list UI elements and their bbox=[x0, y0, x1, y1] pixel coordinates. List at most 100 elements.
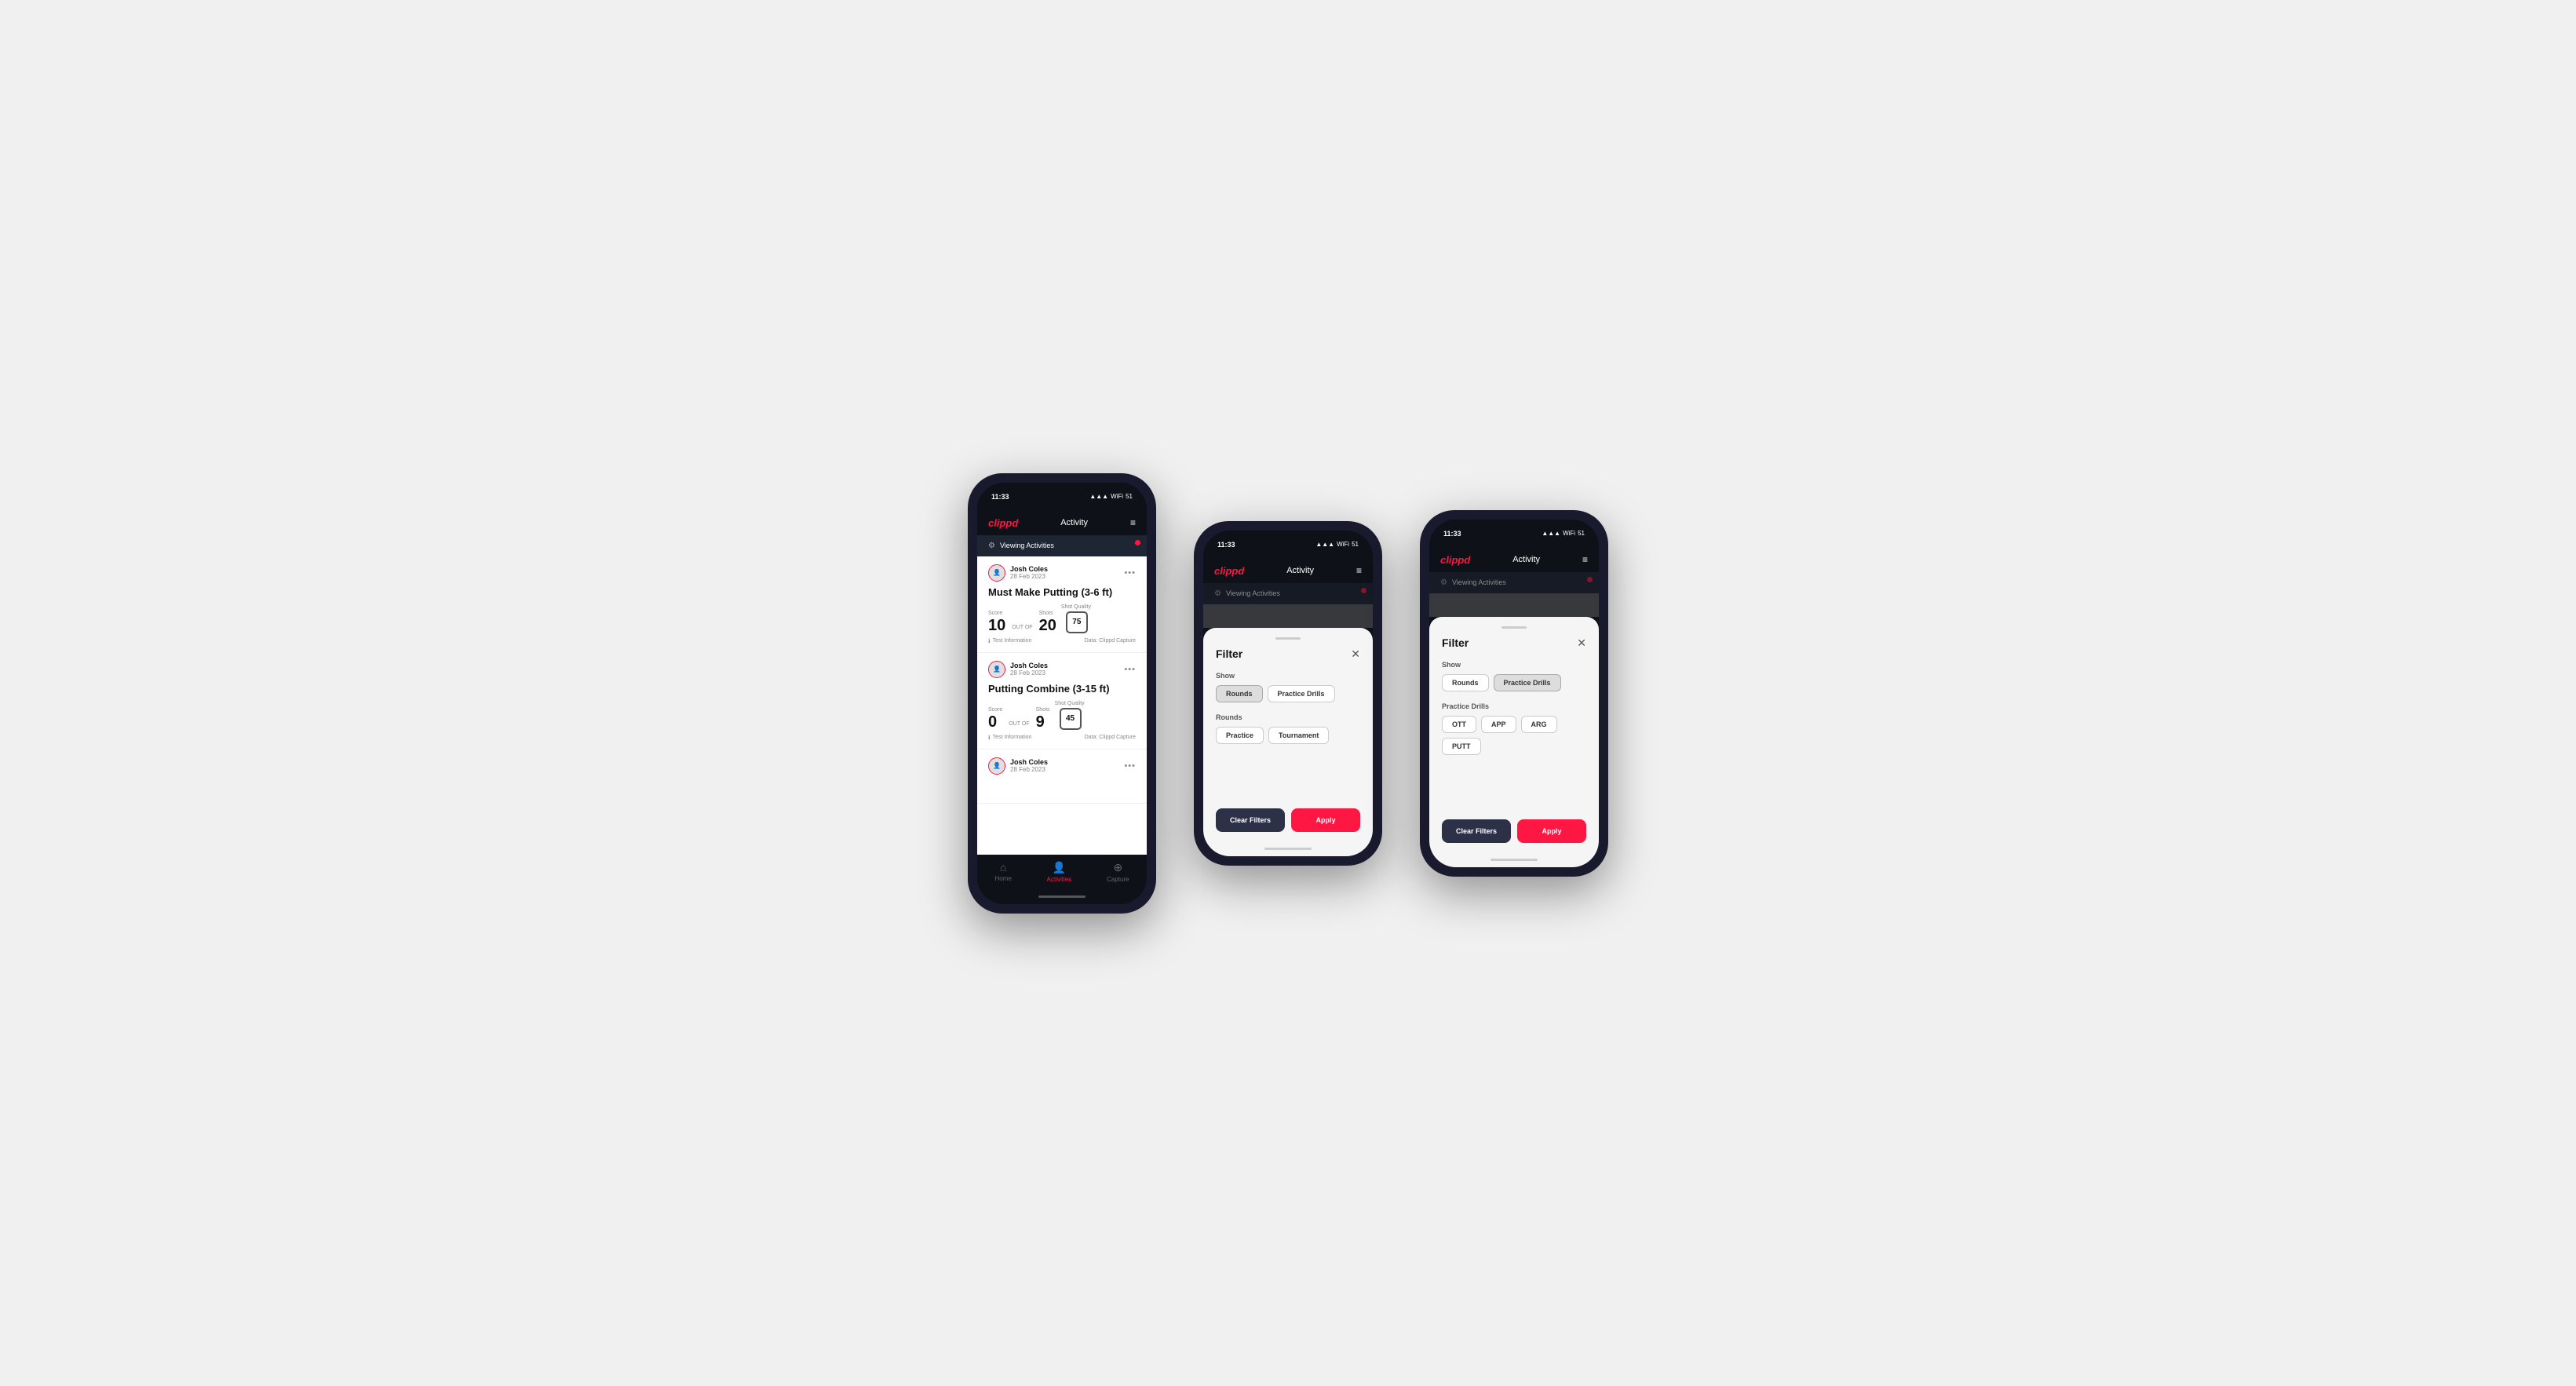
shot-quality-badge-1: 75 bbox=[1066, 611, 1088, 633]
user-info-3: 👤 Josh Coles 28 Feb 2023 bbox=[988, 757, 1048, 775]
close-button-3[interactable]: ✕ bbox=[1577, 636, 1586, 650]
status-time-1: 11:33 bbox=[991, 493, 1009, 501]
home-indicator-3 bbox=[1429, 855, 1599, 867]
score-label-1: Score bbox=[988, 611, 1005, 616]
app-title-1: Activity bbox=[1060, 518, 1088, 527]
app-chip-3[interactable]: APP bbox=[1481, 716, 1516, 733]
footer-right-text-1: Data: Clippd Capture bbox=[1085, 638, 1136, 644]
rounds-section-label-2: Rounds bbox=[1216, 713, 1360, 721]
notification-dot-3 bbox=[1587, 577, 1593, 582]
app-title-2: Activity bbox=[1286, 566, 1314, 575]
filter-sheet-2: Filter ✕ Show Rounds Practice Drills Rou… bbox=[1203, 628, 1373, 844]
more-dots-2[interactable]: ••• bbox=[1124, 665, 1136, 674]
home-indicator-1 bbox=[977, 892, 1147, 904]
filter-header-2: Filter ✕ bbox=[1216, 647, 1360, 661]
apply-button-2[interactable]: Apply bbox=[1291, 808, 1360, 832]
arg-chip-3[interactable]: ARG bbox=[1521, 716, 1557, 733]
practice-chip-2[interactable]: Practice bbox=[1216, 727, 1264, 744]
filter-icon-1: ⚙ bbox=[988, 542, 995, 550]
filter-title-3: Filter bbox=[1442, 636, 1469, 649]
shot-quality-badge-2: 45 bbox=[1060, 708, 1082, 730]
status-time-2: 11:33 bbox=[1217, 541, 1235, 549]
battery-icon-2: 51 bbox=[1352, 541, 1359, 548]
activity-card-1[interactable]: 👤 Josh Coles 28 Feb 2023 ••• Must Make P… bbox=[977, 556, 1147, 653]
menu-icon-1[interactable]: ≡ bbox=[1130, 517, 1136, 528]
signal-icon-3: ▲▲▲ bbox=[1542, 530, 1560, 537]
activities-icon: 👤 bbox=[1053, 861, 1066, 874]
nav-activities[interactable]: 👤 Activities bbox=[1047, 861, 1072, 883]
filter-actions-3: Clear Filters Apply bbox=[1442, 819, 1586, 843]
wifi-icon: WiFi bbox=[1111, 493, 1123, 500]
ott-chip-3[interactable]: OTT bbox=[1442, 716, 1476, 733]
score-value-1: 10 bbox=[988, 618, 1005, 633]
app-bar-2: clippd Activity ≡ bbox=[1203, 559, 1373, 583]
show-chips-3: Rounds Practice Drills bbox=[1442, 674, 1586, 691]
info-icon-2: ℹ bbox=[988, 735, 991, 741]
putt-chip-3[interactable]: PUTT bbox=[1442, 738, 1481, 755]
menu-icon-3[interactable]: ≡ bbox=[1582, 554, 1588, 565]
card-footer-2: ℹ Test Information Data: Clippd Capture bbox=[988, 735, 1136, 741]
viewing-text-1: Viewing Activities bbox=[1000, 542, 1054, 549]
clear-filters-button-2[interactable]: Clear Filters bbox=[1216, 808, 1285, 832]
status-bar-1: 11:33 ▲▲▲ WiFi 51 bbox=[977, 483, 1147, 511]
more-dots-1[interactable]: ••• bbox=[1124, 568, 1136, 578]
tournament-chip-2[interactable]: Tournament bbox=[1268, 727, 1329, 744]
user-name-2: Josh Coles bbox=[1010, 662, 1048, 669]
card-footer-1: ℹ Test Information Data: Clippd Capture bbox=[988, 638, 1136, 644]
show-chips-2: Rounds Practice Drills bbox=[1216, 685, 1360, 702]
apply-button-3[interactable]: Apply bbox=[1517, 819, 1586, 843]
rounds-chip-3[interactable]: Rounds bbox=[1442, 674, 1489, 691]
notch-1 bbox=[1034, 487, 1089, 505]
show-label-2: Show bbox=[1216, 672, 1360, 680]
status-bar-3: 11:33 ▲▲▲ WiFi 51 bbox=[1429, 520, 1599, 548]
nav-home-label: Home bbox=[994, 875, 1011, 882]
clear-filters-button-3[interactable]: Clear Filters bbox=[1442, 819, 1511, 843]
nav-activities-label: Activities bbox=[1047, 876, 1072, 883]
status-icons-2: ▲▲▲ WiFi 51 bbox=[1315, 541, 1359, 548]
status-icons-1: ▲▲▲ WiFi 51 bbox=[1089, 493, 1133, 500]
viewing-bar-3: ⚙ Viewing Activities bbox=[1429, 572, 1599, 593]
app-bar-3: clippd Activity ≡ bbox=[1429, 548, 1599, 572]
close-button-2[interactable]: ✕ bbox=[1351, 647, 1360, 661]
phone-1: 11:33 ▲▲▲ WiFi 51 clippd Activity ≡ ⚙ Vi… bbox=[968, 473, 1156, 914]
practice-drills-chip-2[interactable]: Practice Drills bbox=[1268, 685, 1335, 702]
dimmed-bg-2 bbox=[1203, 604, 1373, 628]
user-name-3: Josh Coles bbox=[1010, 758, 1048, 766]
filter-sheet-3: Filter ✕ Show Rounds Practice Drills Pra… bbox=[1429, 617, 1599, 855]
avatar-3: 👤 bbox=[988, 757, 1005, 775]
user-date-2: 28 Feb 2023 bbox=[1010, 669, 1048, 677]
rounds-chips-2: Practice Tournament bbox=[1216, 727, 1360, 744]
signal-icon: ▲▲▲ bbox=[1089, 493, 1108, 500]
filter-handle-3 bbox=[1501, 626, 1527, 629]
dimmed-bg-3 bbox=[1429, 593, 1599, 617]
activity-card-3-partial: 👤 Josh Coles 28 Feb 2023 ••• bbox=[977, 750, 1147, 804]
notification-dot-2 bbox=[1361, 588, 1366, 593]
filter-icon-3: ⚙ bbox=[1440, 578, 1447, 587]
practice-drills-chips-3: OTT APP ARG PUTT bbox=[1442, 716, 1586, 755]
status-bar-2: 11:33 ▲▲▲ WiFi 51 bbox=[1203, 531, 1373, 559]
card-stats-2: Score 0 OUT OF Shots 9 Shot Quality 45 bbox=[988, 701, 1136, 730]
rounds-chip-2[interactable]: Rounds bbox=[1216, 685, 1263, 702]
shots-label-2: Shots bbox=[1036, 707, 1050, 713]
card-title-2: Putting Combine (3-15 ft) bbox=[988, 683, 1136, 695]
home-indicator-2 bbox=[1203, 844, 1373, 856]
user-name-1: Josh Coles bbox=[1010, 565, 1048, 573]
shots-value-1: 20 bbox=[1039, 618, 1056, 633]
footer-left-text-2: Test Information bbox=[993, 735, 1032, 740]
nav-home[interactable]: ⌂ Home bbox=[994, 861, 1011, 882]
filter-overlay-3: Filter ✕ Show Rounds Practice Drills Pra… bbox=[1429, 617, 1599, 855]
more-dots-3[interactable]: ••• bbox=[1124, 761, 1136, 771]
info-icon-1: ℹ bbox=[988, 638, 991, 644]
activity-card-2[interactable]: 👤 Josh Coles 28 Feb 2023 ••• Putting Com… bbox=[977, 653, 1147, 750]
viewing-bar-1[interactable]: ⚙ Viewing Activities bbox=[977, 535, 1147, 556]
practice-drills-chip-3[interactable]: Practice Drills bbox=[1494, 674, 1561, 691]
notification-dot-1 bbox=[1135, 540, 1140, 545]
menu-icon-2[interactable]: ≡ bbox=[1356, 565, 1362, 576]
screen-content-1: 👤 Josh Coles 28 Feb 2023 ••• Must Make P… bbox=[977, 556, 1147, 855]
practice-drills-section-label-3: Practice Drills bbox=[1442, 702, 1586, 710]
filter-overlay-2: Filter ✕ Show Rounds Practice Drills Rou… bbox=[1203, 628, 1373, 844]
viewing-text-2: Viewing Activities bbox=[1226, 589, 1280, 597]
nav-capture[interactable]: ⊕ Capture bbox=[1107, 861, 1129, 883]
bottom-nav-1: ⌂ Home 👤 Activities ⊕ Capture bbox=[977, 855, 1147, 892]
capture-icon: ⊕ bbox=[1113, 861, 1122, 874]
